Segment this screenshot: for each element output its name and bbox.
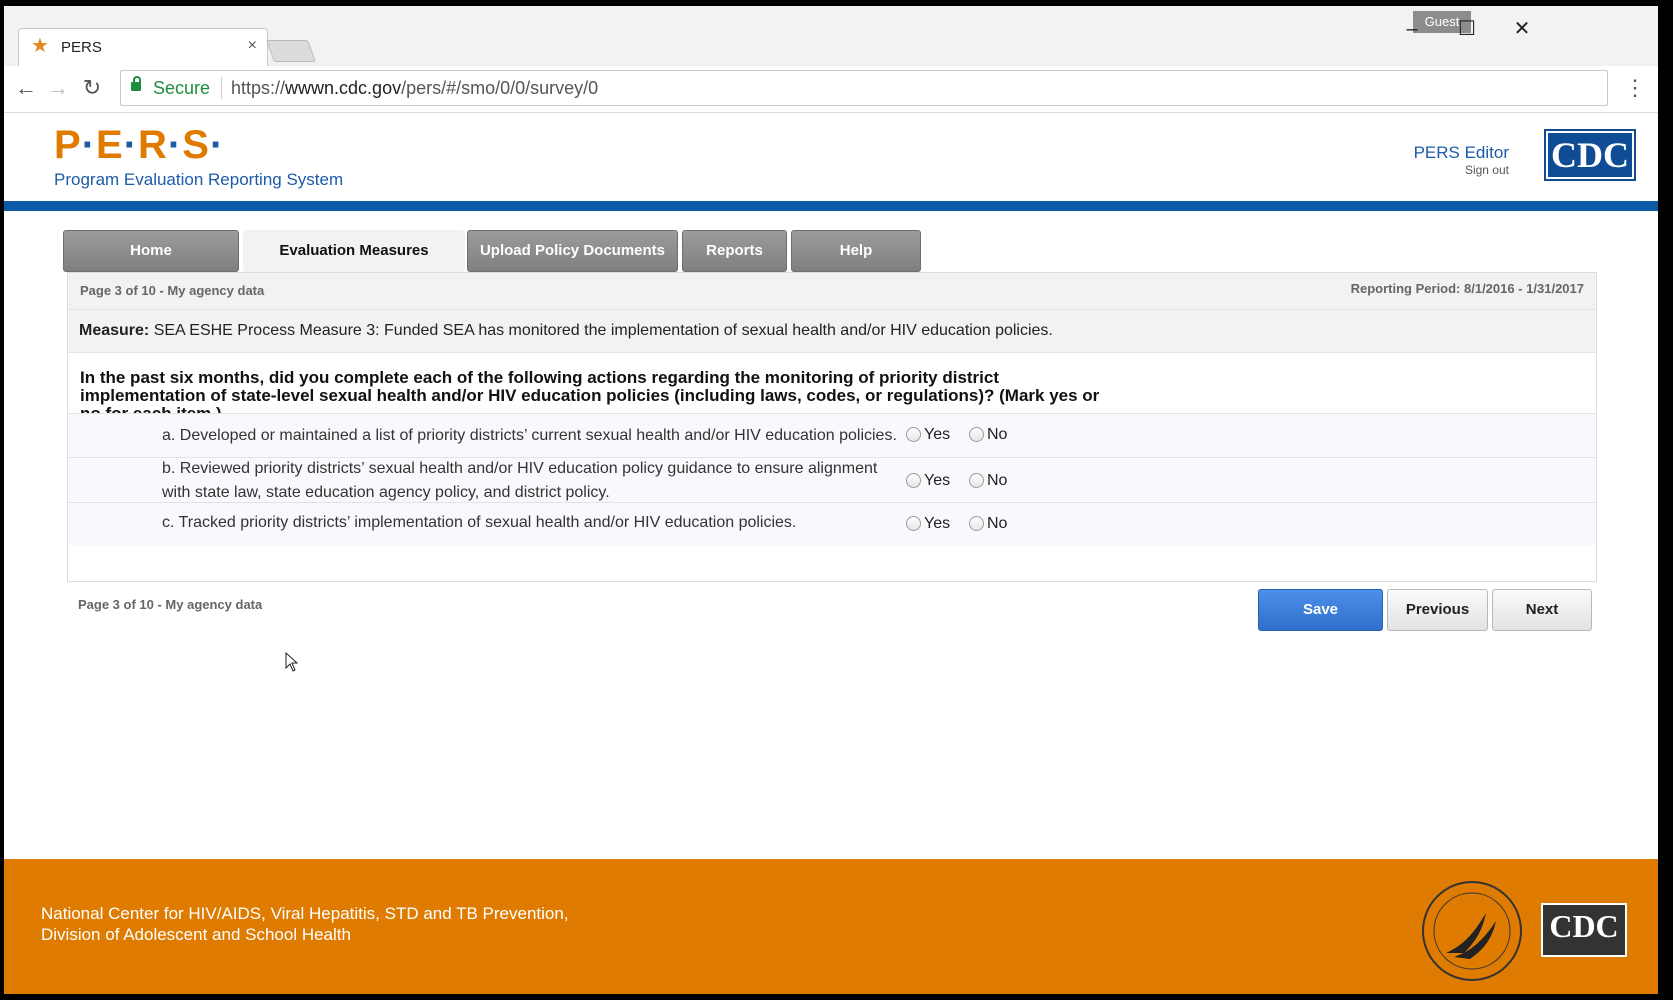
browser-menu-icon[interactable]: ⋮ xyxy=(1624,74,1646,102)
user-role-label: PERS Editor xyxy=(1413,143,1509,162)
cdc-footer-logo[interactable]: CDC xyxy=(1541,903,1627,957)
mouse-cursor-icon xyxy=(285,651,299,677)
survey-item-a: a. Developed or maintained a list of pri… xyxy=(68,413,1596,458)
site-footer: National Center for HIV/AIDS, Viral Hepa… xyxy=(4,859,1658,994)
page-indicator-bottom: Page 3 of 10 - My agency data xyxy=(78,597,263,612)
site-header: P·E·R·S· Program Evaluation Reporting Sy… xyxy=(4,113,1658,201)
item-c-yes-label[interactable]: Yes xyxy=(924,515,950,533)
footer-center-name: National Center for HIV/AIDS, Viral Hepa… xyxy=(41,904,569,923)
save-button[interactable]: Save xyxy=(1258,589,1383,631)
star-favicon-icon: ★ xyxy=(31,35,49,57)
sign-out-link[interactable]: Sign out xyxy=(1465,163,1509,177)
item-c-yes-radio[interactable] xyxy=(906,516,921,531)
item-text: c. Tracked priority districts’ implement… xyxy=(162,514,797,531)
browser-window: ★ PERS × Guest – ☐ ✕ ← → ↻ Secure https:… xyxy=(4,6,1658,994)
item-b-no-radio[interactable] xyxy=(969,473,984,488)
tab-reports[interactable]: Reports xyxy=(682,230,787,272)
tab-upload-policy-documents[interactable]: Upload Policy Documents xyxy=(467,230,678,272)
tab-strip: ★ PERS × Guest – ☐ ✕ xyxy=(4,6,1658,67)
measure-description: Measure: SEA ESHE Process Measure 3: Fun… xyxy=(68,309,1596,353)
item-text: a. Developed or maintained a list of pri… xyxy=(162,427,897,444)
url-text[interactable]: https://wwwn.cdc.gov/pers/#/smo/0/0/surv… xyxy=(231,78,598,99)
item-a-no-label[interactable]: No xyxy=(987,426,1007,444)
survey-item-b: b. Reviewed priority districts’ sexual h… xyxy=(68,457,1596,503)
maximize-icon[interactable]: ☐ xyxy=(1447,14,1487,44)
page-info-bar: Page 3 of 10 - My agency data Reporting … xyxy=(68,273,1596,309)
back-arrow-icon[interactable]: ← xyxy=(12,74,40,102)
tab-close-icon[interactable]: × xyxy=(248,37,257,55)
forward-arrow-icon[interactable]: → xyxy=(44,74,72,102)
previous-button[interactable]: Previous xyxy=(1387,589,1488,631)
item-a-no-radio[interactable] xyxy=(969,427,984,442)
item-b-no-label[interactable]: No xyxy=(987,472,1007,490)
item-c-no-label[interactable]: No xyxy=(987,515,1007,533)
site-subtitle: Program Evaluation Reporting System xyxy=(54,170,344,189)
footer-division-name: Division of Adolescent and School Health xyxy=(41,925,351,944)
window-close-icon[interactable]: ✕ xyxy=(1502,14,1542,44)
item-a-yes-radio[interactable] xyxy=(906,427,921,442)
item-text: b. Reviewed priority districts’ sexual h… xyxy=(162,460,878,501)
header-divider xyxy=(4,201,1658,211)
address-bar[interactable]: Secure https://wwwn.cdc.gov/pers/#/smo/0… xyxy=(120,70,1608,106)
lock-icon xyxy=(131,76,141,91)
next-button[interactable]: Next xyxy=(1492,589,1592,631)
new-tab-button[interactable] xyxy=(265,40,317,62)
measure-label: Measure: xyxy=(79,322,150,339)
reload-icon[interactable]: ↻ xyxy=(78,74,106,102)
page-indicator: Page 3 of 10 - My agency data xyxy=(80,283,265,298)
tab-help[interactable]: Help xyxy=(791,230,921,272)
survey-panel: Page 3 of 10 - My agency data Reporting … xyxy=(67,272,1597,582)
tab-title: PERS xyxy=(61,39,102,56)
tab-home[interactable]: Home xyxy=(63,230,239,272)
address-separator xyxy=(221,77,222,99)
url-path: /pers/#/smo/0/0/survey/0 xyxy=(401,78,599,98)
survey-item-c: c. Tracked priority districts’ implement… xyxy=(68,502,1596,545)
pers-logo[interactable]: P·E·R·S· xyxy=(54,123,224,168)
reporting-period: Reporting Period: 8/1/2016 - 1/31/2017 xyxy=(1350,281,1584,296)
cdc-logo[interactable]: CDC xyxy=(1544,129,1636,181)
hhs-seal-icon[interactable] xyxy=(1422,881,1522,981)
tab-evaluation-measures-reporting[interactable]: Evaluation Measures Reporting xyxy=(243,230,465,299)
url-host: wwwn.cdc.gov xyxy=(285,78,402,98)
url-scheme: https:// xyxy=(231,78,286,98)
browser-tab[interactable]: ★ PERS × xyxy=(18,28,268,67)
item-c-no-radio[interactable] xyxy=(969,516,984,531)
item-a-yes-label[interactable]: Yes xyxy=(924,426,950,444)
item-b-yes-radio[interactable] xyxy=(906,473,921,488)
item-b-yes-label[interactable]: Yes xyxy=(924,472,950,490)
minimize-icon[interactable]: – xyxy=(1392,14,1432,44)
browser-toolbar: ← → ↻ Secure https://wwwn.cdc.gov/pers/#… xyxy=(4,66,1658,113)
measure-text: SEA ESHE Process Measure 3: Funded SEA h… xyxy=(153,322,1053,339)
secure-label: Secure xyxy=(153,78,211,98)
